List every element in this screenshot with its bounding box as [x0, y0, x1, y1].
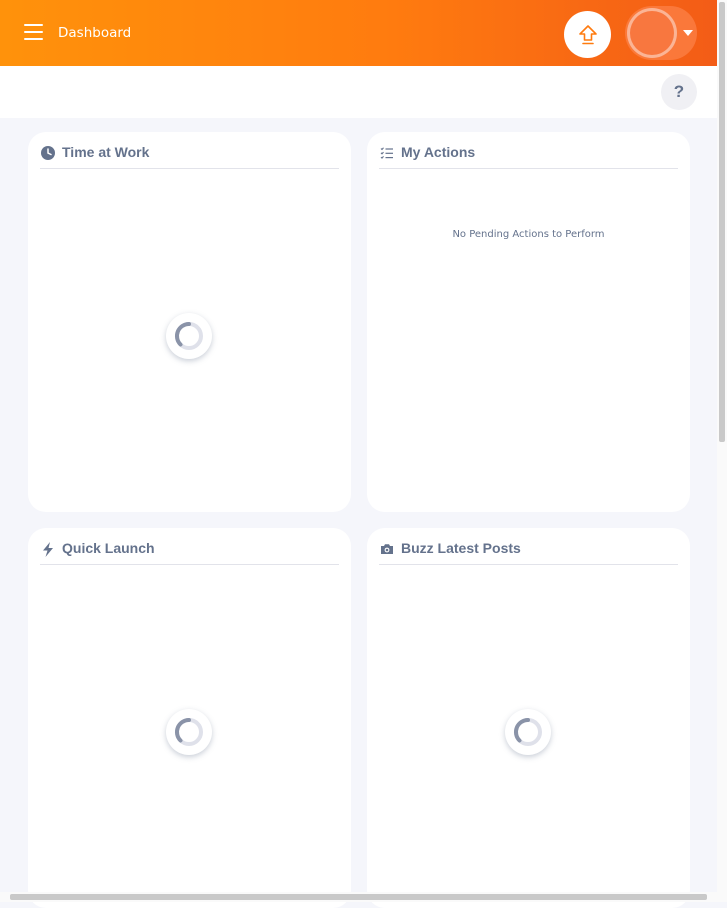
widget-title: Time at Work — [62, 144, 150, 160]
loading-spinner — [166, 709, 212, 755]
widget-time-at-work: Time at Work — [28, 132, 351, 512]
hamburger-icon[interactable] — [24, 24, 44, 41]
list-icon — [379, 145, 395, 161]
widget-title: My Actions — [401, 144, 476, 160]
help-button[interactable]: ? — [661, 74, 697, 110]
lightning-icon — [40, 541, 56, 557]
empty-state-text: No Pending Actions to Perform — [452, 229, 605, 240]
camera-icon — [379, 541, 395, 557]
horizontal-scrollbar-thumb[interactable] — [10, 894, 707, 900]
avatar[interactable] — [627, 8, 677, 58]
clock-icon — [40, 145, 56, 161]
chevron-down-icon[interactable] — [683, 30, 693, 36]
widget-header: Quick Launch — [40, 540, 339, 565]
widget-buzz-latest-posts: Buzz Latest Posts — [367, 528, 690, 908]
horizontal-scrollbar[interactable] — [0, 892, 727, 902]
widget-quick-launch: Quick Launch — [28, 528, 351, 908]
widget-my-actions: My Actions No Pending Actions to Perform — [367, 132, 690, 512]
sub-header-bar: ? — [0, 66, 717, 118]
loading-spinner — [505, 709, 551, 755]
vertical-scrollbar[interactable] — [717, 0, 727, 902]
widget-header: Time at Work — [40, 144, 339, 169]
widget-header: Buzz Latest Posts — [379, 540, 678, 565]
top-bar: Dashboard — [0, 0, 717, 66]
widget-title: Quick Launch — [62, 540, 155, 556]
vertical-scrollbar-thumb[interactable] — [719, 2, 725, 442]
widget-title: Buzz Latest Posts — [401, 540, 521, 556]
upgrade-arrow-icon — [578, 24, 597, 44]
loading-spinner — [166, 313, 212, 359]
user-dropdown[interactable] — [625, 6, 697, 60]
upgrade-button[interactable] — [564, 11, 611, 58]
widget-header: My Actions — [379, 144, 678, 169]
page-title: Dashboard — [58, 25, 132, 41]
